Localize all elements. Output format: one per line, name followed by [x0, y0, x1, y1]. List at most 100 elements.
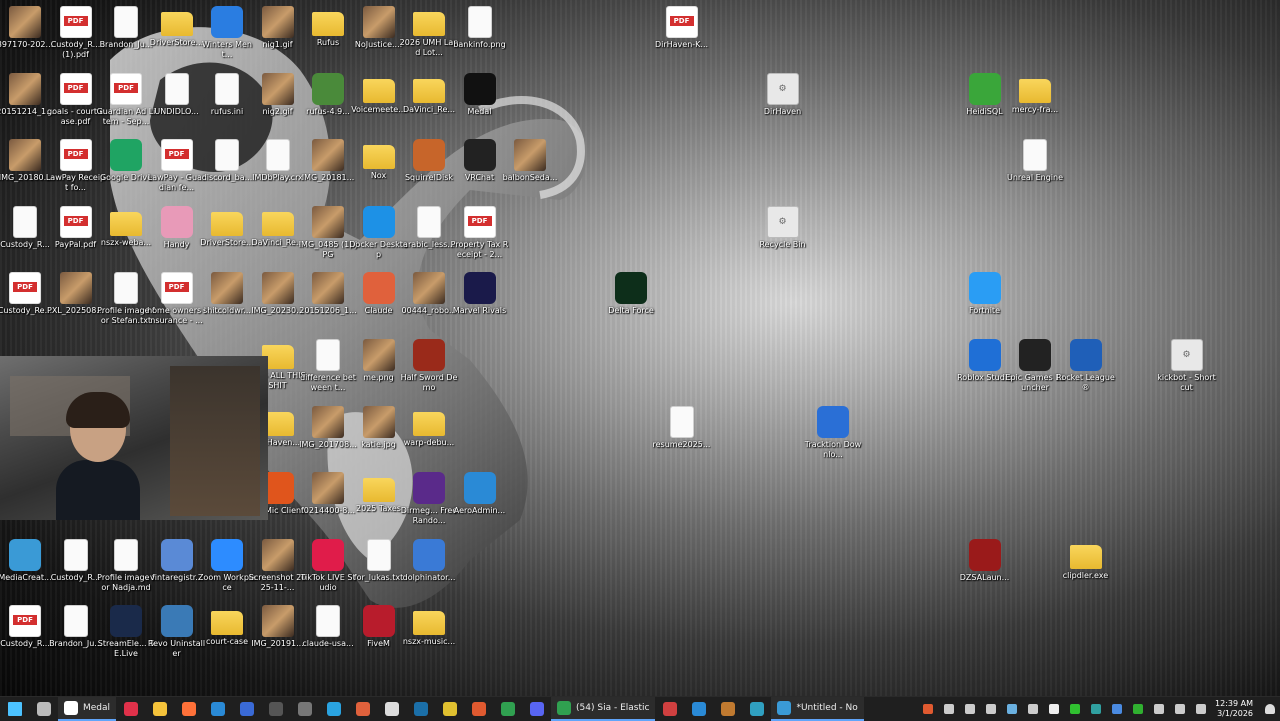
folder-file-icon	[413, 12, 445, 36]
pdf-file-icon	[110, 72, 142, 105]
desktop-icon-label: Unreal Engine	[1006, 173, 1064, 183]
tray-xbox-icon[interactable]	[1064, 697, 1085, 721]
taskbar-button[interactable]	[493, 697, 522, 721]
chrome-sia-icon	[557, 701, 572, 715]
claude-icon	[355, 702, 370, 716]
taskbar-button[interactable]	[29, 697, 58, 721]
desktop-icon-label: Fortnite	[969, 306, 1000, 316]
tray-app8-icon[interactable]	[1127, 697, 1148, 721]
app-file-icon	[463, 139, 496, 172]
desktop-icon[interactable]: Property Tax Receipt - 2...	[450, 202, 510, 268]
img-file-icon	[362, 339, 395, 371]
app-file-icon	[110, 139, 142, 172]
taskbar-button[interactable]	[348, 697, 377, 721]
desktop-icon[interactable]: Unreal Engine	[1005, 135, 1065, 201]
desktop-icon[interactable]: warp-debu...	[399, 402, 459, 468]
taskbar-button[interactable]	[145, 697, 174, 721]
tray-volume-icon[interactable]	[1190, 697, 1211, 721]
tray-bluetooth-icon[interactable]	[1106, 697, 1127, 721]
desktop-icon[interactable]: Half Sword Demo	[399, 335, 459, 401]
taskbar-button-label: (54) Sia - Elastic	[576, 703, 650, 713]
taskbar-button[interactable]	[0, 697, 29, 721]
taskbar-button[interactable]	[406, 697, 435, 721]
desktop-icon[interactable]: DZSALaun...	[955, 535, 1015, 601]
doc-file-icon	[13, 205, 37, 238]
taskbar-button[interactable]	[435, 697, 464, 721]
desktop-icon[interactable]: Fortnite	[955, 268, 1015, 334]
desktop-icon[interactable]: DirHaven-K...	[652, 2, 712, 68]
terminal-icon	[268, 702, 283, 716]
app-blue-icon	[210, 702, 225, 716]
taskbar-button[interactable]	[742, 697, 771, 721]
taskbar-button[interactable]	[261, 697, 290, 721]
desktop-icon[interactable]: clipdler.exe	[1056, 535, 1116, 601]
vscode-icon	[691, 702, 706, 716]
img-file-icon	[413, 272, 445, 305]
taskbar-button[interactable]	[377, 697, 406, 721]
tray-app5-icon[interactable]	[1001, 697, 1022, 721]
desktop-icon[interactable]: Medal	[450, 69, 510, 135]
taskbar-button[interactable]	[522, 697, 551, 721]
tray-app3-icon[interactable]	[959, 697, 980, 721]
taskbar-button[interactable]	[464, 697, 493, 721]
img-file-icon	[261, 272, 294, 305]
clock[interactable]: 12:39 AM 3/1/2026	[1211, 699, 1259, 719]
taskbar-button[interactable]	[655, 697, 684, 721]
app-file-icon	[817, 405, 849, 438]
taskbar-button[interactable]	[174, 697, 203, 721]
img-file-icon	[312, 272, 344, 305]
tray-network-icon[interactable]	[1169, 697, 1190, 721]
desktop-icon[interactable]: ⚙ Recycle Bin	[753, 202, 813, 268]
desktop-icon[interactable]: Marvel Rivals	[450, 268, 510, 334]
desktop-icon[interactable]: Tracktion Downlo...	[803, 402, 863, 468]
tray-app1-icon[interactable]	[917, 697, 938, 721]
tray-medal-icon[interactable]	[1043, 697, 1064, 721]
taskbar-button[interactable]: *Untitled - No	[771, 697, 864, 721]
desktop-icon-label: Rocket League®	[1056, 373, 1115, 392]
desktop-icon[interactable]: ⚙ kickbot - Shortcut	[1157, 335, 1217, 401]
tray-app6-icon[interactable]	[1022, 697, 1043, 721]
taskbar-button[interactable]: (54) Sia - Elastic	[551, 697, 656, 721]
doc-file-icon	[265, 139, 290, 172]
folder-file-icon	[160, 12, 193, 36]
taskbar-button[interactable]: Medal	[58, 697, 117, 721]
tray-mic-icon[interactable]	[1148, 697, 1169, 721]
taskbar-button[interactable]	[116, 697, 145, 721]
folder-file-icon	[362, 78, 395, 103]
app-file-icon	[968, 272, 1001, 305]
desktop-icon[interactable]: nszx-music...	[399, 601, 459, 667]
app-file-icon	[362, 605, 395, 638]
app-file-icon	[463, 272, 496, 305]
desktop-icon-label: resume2025...	[652, 439, 711, 449]
taskbar-button[interactable]	[203, 697, 232, 721]
app-file-icon	[110, 605, 142, 638]
app-file-icon	[211, 6, 243, 38]
tray-app7-icon[interactable]	[1085, 697, 1106, 721]
desktop-icon-label: DirHaven	[763, 106, 802, 116]
tray-app2-icon[interactable]	[938, 697, 959, 721]
notepad-icon	[777, 701, 792, 715]
desktop-icon[interactable]: balbonSeda...	[500, 135, 560, 201]
desktop-icon[interactable]: mercy-fra...	[1005, 69, 1065, 135]
notification-bell-icon[interactable]	[1259, 697, 1280, 721]
desktop-icon[interactable]: Rocket League®	[1056, 335, 1116, 401]
desktop-icon[interactable]: AeroAdmin...	[450, 468, 510, 534]
desktop-icon[interactable]: bankinfo.png	[450, 2, 510, 68]
desktop-icon[interactable]: Delta Force	[601, 268, 661, 334]
app-file-icon	[9, 538, 41, 571]
taskbar-button[interactable]	[713, 697, 742, 721]
app-file-icon	[362, 205, 395, 238]
taskbar-button[interactable]	[290, 697, 319, 721]
taskbar-button[interactable]	[232, 697, 261, 721]
webcam-overlay	[0, 356, 268, 520]
desktop-icon[interactable]: ⚙ DirHaven	[753, 69, 813, 135]
desktop-icon[interactable]: dolphinator...	[399, 535, 459, 601]
telegram-icon	[326, 702, 341, 716]
desktop-icon[interactable]: resume2025...	[652, 402, 712, 468]
taskbar-button[interactable]	[319, 697, 348, 721]
desktop-icon-label: Delta Force	[608, 306, 654, 316]
tray-app4-icon[interactable]	[980, 697, 1001, 721]
taskbar-button[interactable]	[684, 697, 713, 721]
desktop-icon-label: Half Sword Demo	[400, 373, 458, 392]
app-file-icon	[211, 538, 243, 571]
